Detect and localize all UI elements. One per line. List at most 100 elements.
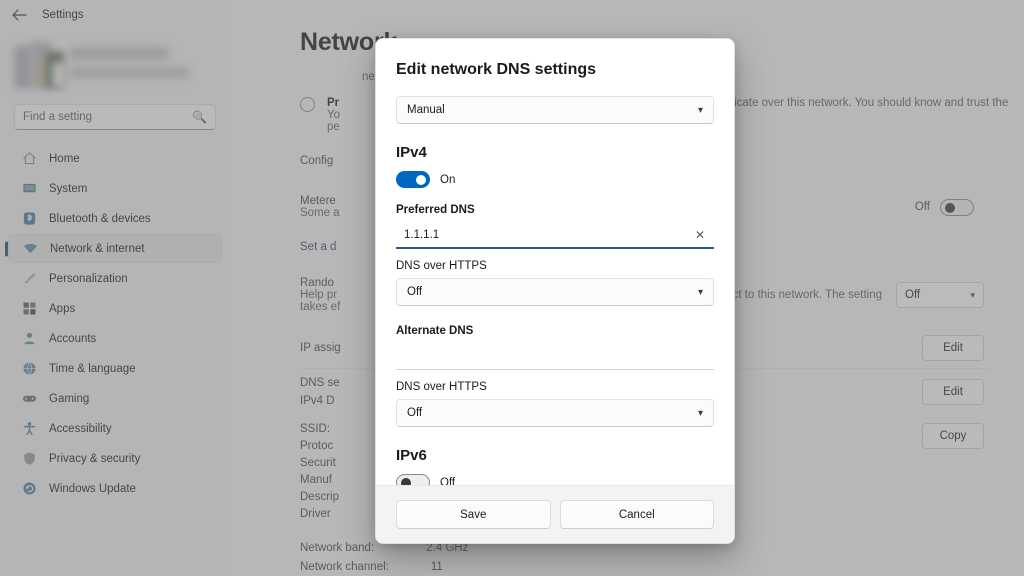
ip-assignment-label: IP assig bbox=[300, 342, 341, 354]
sidebar-nav: Home System Bluetooth & devices bbox=[0, 144, 230, 503]
ipv6-heading: IPv6 bbox=[396, 447, 714, 464]
chevron-down-icon: ▾ bbox=[698, 408, 703, 419]
security-label: Securit bbox=[300, 457, 339, 469]
configure-link[interactable]: Config bbox=[300, 155, 333, 167]
sidebar-item-label: Gaming bbox=[49, 393, 89, 405]
alternate-dns-field[interactable] bbox=[396, 344, 714, 370]
metered-state: Off bbox=[915, 201, 930, 213]
random-hw-select[interactable]: Off ▾ bbox=[896, 282, 984, 308]
alternate-dns-label: Alternate DNS bbox=[396, 325, 714, 337]
dns-edit-button[interactable]: Edit bbox=[922, 379, 984, 405]
sidebar-item-gaming[interactable]: Gaming bbox=[8, 384, 222, 413]
dns-server-label: DNS se bbox=[300, 377, 340, 389]
sidebar-item-network-internet[interactable]: Network & internet bbox=[8, 234, 222, 263]
random-hw-sub-1: Help pr bbox=[300, 289, 340, 301]
cancel-button[interactable]: Cancel bbox=[560, 500, 715, 529]
metered-sub: Some a bbox=[300, 207, 340, 219]
alternate-doh-select[interactable]: Off ▾ bbox=[396, 399, 714, 427]
dialog-title: Edit network DNS settings bbox=[396, 61, 714, 79]
search-box[interactable]: 🔍 bbox=[14, 104, 216, 130]
person-icon bbox=[21, 331, 37, 347]
network-band-label: Network band: bbox=[300, 542, 374, 554]
settings-window: Settings 🔍 Home bbox=[0, 0, 1024, 576]
set-data-limit-link[interactable]: Set a d bbox=[300, 241, 336, 253]
chevron-down-icon: ▾ bbox=[698, 105, 703, 116]
ipv4-toggle[interactable] bbox=[396, 171, 430, 188]
sidebar-item-system[interactable]: System bbox=[8, 174, 222, 203]
preferred-doh-label: DNS over HTTPS bbox=[396, 260, 714, 272]
sidebar-item-apps[interactable]: Apps bbox=[8, 294, 222, 323]
paintbrush-icon bbox=[21, 271, 37, 287]
ipv4-dns-label: IPv4 D bbox=[300, 395, 340, 407]
sidebar-item-label: Accessibility bbox=[49, 423, 112, 435]
sidebar-item-label: Accounts bbox=[49, 333, 96, 345]
sidebar-item-accounts[interactable]: Accounts bbox=[8, 324, 222, 353]
description-label: Descrip bbox=[300, 491, 339, 503]
accessibility-icon bbox=[21, 421, 37, 437]
preferred-doh-value: Off bbox=[407, 286, 422, 298]
dns-mode-select[interactable]: Manual ▾ bbox=[396, 96, 714, 124]
sidebar-item-bluetooth-devices[interactable]: Bluetooth & devices bbox=[8, 204, 222, 233]
alternate-doh-label: DNS over HTTPS bbox=[396, 381, 714, 393]
alternate-doh-value: Off bbox=[407, 407, 422, 419]
protocol-label: Protoc bbox=[300, 440, 339, 452]
ip-assignment-edit-button[interactable]: Edit bbox=[922, 335, 984, 361]
dialog-body: Edit network DNS settings Manual ▾ IPv4 … bbox=[376, 39, 734, 485]
account-name-blurred bbox=[69, 48, 169, 59]
sidebar: Settings 🔍 Home bbox=[0, 0, 230, 576]
sidebar-item-label: Apps bbox=[49, 303, 75, 315]
sidebar-item-personalization[interactable]: Personalization bbox=[8, 264, 222, 293]
chevron-down-icon: ▾ bbox=[698, 287, 703, 298]
sidebar-item-privacy-security[interactable]: Privacy & security bbox=[8, 444, 222, 473]
sidebar-item-label: System bbox=[49, 183, 87, 195]
sidebar-item-accessibility[interactable]: Accessibility bbox=[8, 414, 222, 443]
sidebar-item-home[interactable]: Home bbox=[8, 144, 222, 173]
random-hw-label: Rando bbox=[300, 277, 340, 289]
save-button[interactable]: Save bbox=[396, 500, 551, 529]
close-icon[interactable]: ✕ bbox=[692, 229, 708, 241]
update-icon bbox=[21, 481, 37, 497]
back-arrow-icon[interactable] bbox=[10, 6, 28, 24]
ipv6-toggle[interactable] bbox=[396, 474, 430, 485]
app-title: Settings bbox=[42, 9, 84, 21]
sidebar-item-label: Home bbox=[49, 153, 80, 165]
preferred-dns-input[interactable] bbox=[404, 229, 692, 241]
chevron-down-icon: ▾ bbox=[970, 290, 975, 301]
alternate-dns-input[interactable] bbox=[404, 351, 708, 363]
ipv4-toggle-row: On bbox=[396, 171, 714, 188]
network-channel-label: Network channel: bbox=[300, 561, 389, 573]
profile-radio[interactable] bbox=[300, 97, 315, 112]
bluetooth-icon bbox=[21, 211, 37, 227]
ipv6-toggle-state: Off bbox=[440, 477, 455, 486]
edit-dns-settings-dialog: Edit network DNS settings Manual ▾ IPv4 … bbox=[375, 38, 735, 544]
sidebar-item-time-language[interactable]: Time & language bbox=[8, 354, 222, 383]
copy-button[interactable]: Copy bbox=[922, 423, 984, 449]
account-email-blurred bbox=[69, 68, 189, 78]
ipv6-toggle-row: Off bbox=[396, 474, 714, 485]
preferred-dns-label: Preferred DNS bbox=[396, 204, 714, 216]
search-input[interactable] bbox=[23, 111, 192, 123]
metered-toggle[interactable] bbox=[940, 199, 974, 216]
dialog-footer: Save Cancel bbox=[376, 485, 734, 543]
selection-indicator bbox=[5, 241, 8, 256]
sidebar-item-label: Windows Update bbox=[49, 483, 136, 495]
preferred-doh-select[interactable]: Off ▾ bbox=[396, 278, 714, 306]
account-block[interactable] bbox=[14, 42, 189, 92]
globe-clock-icon bbox=[21, 361, 37, 377]
sidebar-item-label: Time & language bbox=[49, 363, 136, 375]
sidebar-item-label: Bluetooth & devices bbox=[49, 213, 151, 225]
sidebar-item-windows-update[interactable]: Windows Update bbox=[8, 474, 222, 503]
preferred-dns-field[interactable]: ✕ bbox=[396, 223, 714, 249]
sidebar-item-label: Network & internet bbox=[50, 243, 145, 255]
monitor-icon bbox=[21, 181, 37, 197]
gamepad-icon bbox=[21, 391, 37, 407]
sidebar-item-label: Privacy & security bbox=[49, 453, 140, 465]
apps-grid-icon bbox=[21, 301, 37, 317]
random-hw-right-text: nnect to this network. The setting bbox=[713, 289, 882, 301]
ssid-label: SSID: bbox=[300, 423, 339, 435]
ipv4-toggle-state: On bbox=[440, 174, 455, 186]
metered-label: Metere bbox=[300, 195, 340, 207]
wifi-icon bbox=[22, 241, 38, 257]
ipv4-heading: IPv4 bbox=[396, 144, 714, 161]
shield-icon bbox=[21, 451, 37, 467]
